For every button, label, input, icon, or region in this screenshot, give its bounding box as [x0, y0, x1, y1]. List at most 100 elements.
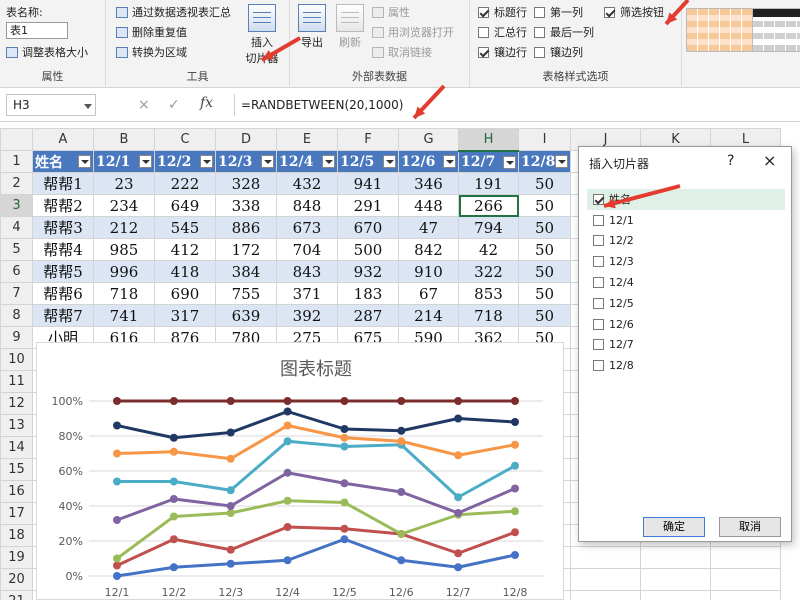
table-cell[interactable]: 910 — [398, 260, 459, 283]
empty-cell[interactable] — [710, 590, 781, 600]
cancel-icon[interactable]: × — [138, 97, 150, 113]
table-cell[interactable]: 322 — [458, 260, 519, 283]
table-cell[interactable]: 985 — [93, 238, 155, 261]
slicer-field-item[interactable]: 12/2 — [587, 231, 785, 252]
table-cell[interactable]: 941 — [337, 172, 399, 195]
table-cell[interactable]: 346 — [398, 172, 459, 195]
table-cell[interactable]: 670 — [337, 216, 399, 239]
column-header-d[interactable]: D — [215, 128, 277, 151]
row-header-10[interactable]: 10 — [0, 348, 33, 371]
checkbox-icon[interactable] — [593, 277, 604, 289]
filter-dropdown-icon[interactable] — [139, 155, 152, 168]
remove-duplicates-button[interactable]: 删除重复值 — [116, 24, 187, 40]
table-header-cell[interactable]: 12/4 — [276, 150, 338, 173]
table-cell[interactable]: 帮帮7 — [32, 304, 94, 327]
opt-header-row[interactable]: 标题行 — [478, 4, 527, 20]
filter-dropdown-icon[interactable] — [78, 155, 91, 168]
properties-button[interactable]: 属性 — [372, 4, 410, 20]
table-cell[interactable]: 50 — [518, 260, 571, 283]
checkbox-icon[interactable] — [593, 193, 604, 205]
column-header-b[interactable]: B — [93, 128, 155, 151]
column-header-a[interactable]: A — [32, 128, 94, 151]
table-cell[interactable]: 371 — [276, 282, 338, 305]
filter-dropdown-icon[interactable] — [443, 155, 456, 168]
opt-last-column[interactable]: 最后一列 — [534, 24, 594, 40]
open-in-browser-button[interactable]: 用浏览器打开 — [372, 24, 454, 40]
row-header-15[interactable]: 15 — [0, 458, 33, 481]
table-cell[interactable]: 47 — [398, 216, 459, 239]
row-header-3[interactable]: 3 — [0, 194, 33, 217]
table-cell[interactable]: 67 — [398, 282, 459, 305]
table-cell[interactable]: 639 — [215, 304, 277, 327]
empty-cell[interactable] — [710, 546, 781, 569]
row-header-7[interactable]: 7 — [0, 282, 33, 305]
table-cell[interactable]: 50 — [518, 194, 571, 217]
select-all-corner[interactable] — [0, 128, 33, 151]
name-box[interactable]: H3 — [6, 94, 96, 116]
table-cell[interactable]: 帮帮6 — [32, 282, 94, 305]
slicer-field-item[interactable]: 12/1 — [587, 210, 785, 231]
table-header-cell[interactable]: 12/7 — [458, 150, 519, 173]
row-header-16[interactable]: 16 — [0, 480, 33, 503]
row-header-17[interactable]: 17 — [0, 502, 33, 525]
enter-icon[interactable]: ✓ — [168, 97, 180, 113]
slicer-field-item[interactable]: 12/5 — [587, 293, 785, 314]
table-cell[interactable]: 317 — [154, 304, 216, 327]
insert-slicer-button[interactable]: 插入 切片器 — [242, 4, 282, 66]
slicer-field-item[interactable]: 12/4 — [587, 272, 785, 293]
row-header-19[interactable]: 19 — [0, 546, 33, 569]
slicer-field-item[interactable]: 12/6 — [587, 314, 785, 335]
opt-banded-columns[interactable]: 镶边列 — [534, 44, 583, 60]
table-cell[interactable]: 718 — [93, 282, 155, 305]
empty-cell[interactable] — [570, 590, 641, 600]
filter-dropdown-icon[interactable] — [555, 155, 568, 168]
fx-icon[interactable]: fx — [200, 95, 213, 111]
table-header-cell[interactable]: 12/1 — [93, 150, 155, 173]
table-cell[interactable]: 448 — [398, 194, 459, 217]
empty-cell[interactable] — [640, 568, 711, 591]
table-cell[interactable]: 帮帮4 — [32, 238, 94, 261]
row-header-9[interactable]: 9 — [0, 326, 33, 349]
checkbox-icon[interactable] — [593, 214, 604, 226]
row-header-1[interactable]: 1 — [0, 150, 33, 173]
row-header-12[interactable]: 12 — [0, 392, 33, 415]
help-icon[interactable]: ? — [727, 153, 734, 169]
checkbox-icon[interactable] — [593, 297, 604, 309]
table-cell[interactable]: 996 — [93, 260, 155, 283]
opt-first-column[interactable]: 第一列 — [534, 4, 583, 20]
opt-total-row[interactable]: 汇总行 — [478, 24, 527, 40]
row-header-20[interactable]: 20 — [0, 568, 33, 591]
table-cell[interactable]: 432 — [276, 172, 338, 195]
row-header-21[interactable]: 21 — [0, 590, 33, 600]
table-cell[interactable]: 649 — [154, 194, 216, 217]
row-header-13[interactable]: 13 — [0, 414, 33, 437]
checkbox-icon[interactable] — [593, 235, 604, 247]
empty-cell[interactable] — [570, 546, 641, 569]
table-cell[interactable]: 帮帮1 — [32, 172, 94, 195]
table-cell[interactable]: 500 — [337, 238, 399, 261]
table-header-cell[interactable]: 12/8 — [518, 150, 571, 173]
table-cell[interactable]: 50 — [518, 172, 571, 195]
table-name-input[interactable]: 表1 — [6, 22, 68, 39]
filter-dropdown-icon[interactable] — [383, 155, 396, 168]
table-style-orange[interactable] — [686, 8, 754, 52]
checkbox-icon[interactable] — [593, 339, 604, 351]
table-cell[interactable]: 214 — [398, 304, 459, 327]
formula-input[interactable]: =RANDBETWEEN(20,1000) — [234, 94, 794, 116]
table-style-dark[interactable] — [752, 8, 800, 52]
empty-cell[interactable] — [570, 568, 641, 591]
table-header-cell[interactable]: 12/5 — [337, 150, 399, 173]
table-cell[interactable]: 172 — [215, 238, 277, 261]
table-cell[interactable]: 帮帮3 — [32, 216, 94, 239]
opt-filter-button[interactable]: 筛选按钮 — [604, 4, 664, 20]
table-cell[interactable]: 291 — [337, 194, 399, 217]
table-cell[interactable]: 50 — [518, 304, 571, 327]
table-cell[interactable]: 191 — [458, 172, 519, 195]
table-cell[interactable]: 843 — [276, 260, 338, 283]
table-cell[interactable]: 704 — [276, 238, 338, 261]
table-cell[interactable]: 412 — [154, 238, 216, 261]
checkbox-icon[interactable] — [593, 318, 604, 330]
table-cell[interactable]: 842 — [398, 238, 459, 261]
close-icon[interactable]: × — [763, 151, 776, 170]
table-cell[interactable]: 418 — [154, 260, 216, 283]
